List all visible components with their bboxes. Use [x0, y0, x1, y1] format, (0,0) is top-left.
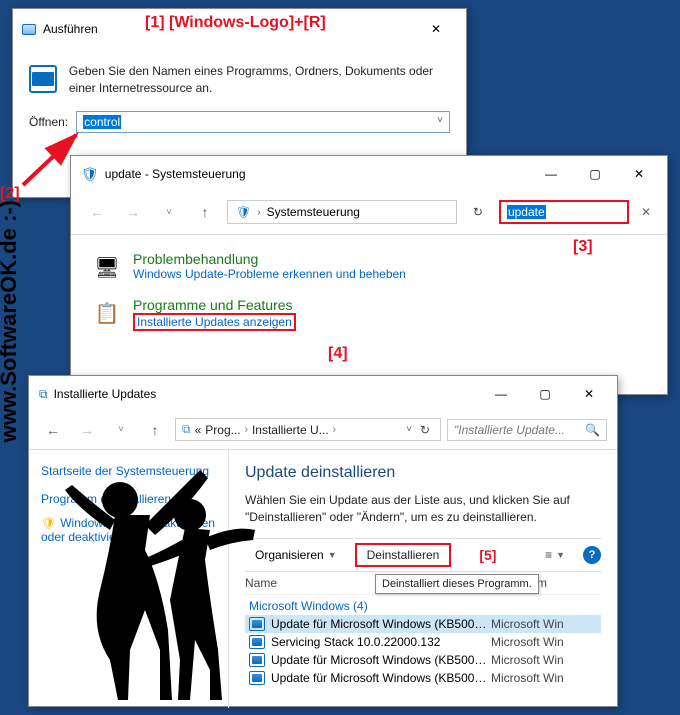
run-close-button[interactable]: ✕	[414, 15, 458, 43]
refresh-button[interactable]: ↻	[465, 205, 491, 219]
shield-icon: 🛡	[41, 516, 56, 530]
nav-up-button[interactable]: ↑	[191, 201, 219, 223]
update-name: Update für Microsoft Windows (KB5004342)	[271, 653, 491, 667]
sidebar-windows-features[interactable]: 🛡Windows-Features aktivieren oder deakti…	[41, 516, 216, 544]
chevron-down-icon[interactable]: ˅	[406, 424, 412, 435]
upd-nav-up[interactable]: ↑	[141, 419, 169, 441]
cp-item-link-troubleshoot[interactable]: Windows Update-Probleme erkennen und beh…	[133, 267, 406, 281]
cp-item-troubleshooting: 🖥 Problembehandlung Windows Update-Probl…	[91, 251, 647, 283]
control-panel-window: 🛡 update - Systemsteuerung — ▢ ✕ ← → ˅ ↑…	[70, 155, 668, 395]
update-icon	[249, 671, 265, 685]
annotation-1: [1] [Windows-Logo]+[R]	[145, 14, 326, 32]
run-description: Geben Sie den Namen eines Programms, Ord…	[69, 63, 450, 97]
cp-min-button[interactable]: —	[529, 160, 573, 188]
upd-nav-recent[interactable]: ˅	[107, 419, 135, 441]
update-icon	[249, 617, 265, 631]
annotation-arrow	[18, 120, 88, 190]
upd-search-input[interactable]: "Installierte Update... 🔍	[447, 419, 607, 441]
update-program: Microsoft Win	[491, 653, 601, 667]
sidebar-cp-home[interactable]: Startseite der Systemsteuerung	[41, 464, 216, 478]
update-program: Microsoft Win	[491, 617, 601, 631]
update-icon	[249, 653, 265, 667]
sidebar-uninstall-program[interactable]: Programm deinstallieren	[41, 492, 216, 506]
addr-shield-icon: 🛡	[236, 205, 251, 219]
upd-desc: Wählen Sie ein Update aus der Liste aus,…	[245, 492, 601, 526]
cp-item-link-installed-updates[interactable]: Installierte Updates anzeigen	[137, 315, 292, 329]
run-dropdown-icon[interactable]: ˅	[437, 115, 443, 126]
chevron-right-icon: ›	[245, 424, 248, 435]
cp-item-title-2[interactable]: Programme und Features	[133, 297, 296, 313]
upd-address-bar[interactable]: ⧉ « Prog... › Installierte U... › ˅ ↻	[175, 418, 441, 441]
cp-address-bar[interactable]: 🛡 › Systemsteuerung	[227, 200, 457, 224]
cp-max-button[interactable]: ▢	[573, 160, 617, 188]
upd-main: Update deinstallieren Wählen Sie ein Upd…	[229, 450, 617, 708]
upd-min-button[interactable]: —	[479, 380, 523, 408]
update-name: Update für Microsoft Windows (KB5005642)	[271, 617, 491, 631]
troubleshoot-icon: 🖥	[91, 251, 123, 283]
table-row[interactable]: Update für Microsoft Windows (KB5004342)…	[245, 651, 601, 669]
uninstall-tooltip: Deinstalliert dieses Programm.	[375, 574, 539, 594]
upd-heading: Update deinstallieren	[245, 464, 601, 482]
watermark-text: www.SoftwareOK.de :-)	[0, 200, 22, 442]
search-icon: 🔍	[585, 423, 600, 437]
run-input[interactable]: control˅	[76, 111, 450, 133]
upd-sidebar: Startseite der Systemsteuerung Programm …	[29, 450, 229, 708]
update-icon	[249, 635, 265, 649]
chevron-right-icon: ›	[257, 207, 260, 218]
cp-item-programs: 📋 Programme und Features Installierte Up…	[91, 297, 647, 331]
upd-title-icon: ⧉	[39, 387, 48, 402]
uninstall-button[interactable]: Deinstallieren	[355, 543, 452, 567]
cp-titlebar: 🛡 update - Systemsteuerung — ▢ ✕	[71, 156, 667, 192]
upd-nav-forward[interactable]: →	[73, 419, 101, 441]
cp-search-input[interactable]: update	[499, 200, 629, 224]
update-program: Microsoft Win	[491, 635, 601, 649]
nav-forward-button[interactable]: →	[119, 201, 147, 223]
upd-nav-back[interactable]: ←	[39, 419, 67, 441]
chevron-right-icon: ›	[333, 424, 336, 435]
nav-back-button[interactable]: ←	[83, 201, 111, 223]
run-icon	[29, 65, 57, 93]
upd-titlebar: ⧉ Installierte Updates — ▢ ✕	[29, 376, 617, 412]
annotation-4: [4]	[328, 345, 348, 363]
cp-search-clear[interactable]: ✕	[637, 205, 655, 219]
upd-addr-icon: ⧉	[182, 422, 191, 437]
cp-close-button[interactable]: ✕	[617, 160, 661, 188]
programs-icon: 📋	[91, 297, 123, 329]
upd-max-button[interactable]: ▢	[523, 380, 567, 408]
cp-item-title[interactable]: Problembehandlung	[133, 251, 406, 267]
update-program: Microsoft Win	[491, 671, 601, 685]
help-button[interactable]: ?	[583, 546, 601, 564]
upd-refresh-button[interactable]: ↻	[416, 423, 434, 437]
update-name: Servicing Stack 10.0.22000.132	[271, 635, 491, 649]
annotation-3: [3]	[573, 238, 593, 256]
update-name: Update für Microsoft Windows (KB5004567)	[271, 671, 491, 685]
upd-group[interactable]: Microsoft Windows (4)	[245, 595, 601, 615]
table-row[interactable]: Update für Microsoft Windows (KB5005642)…	[245, 615, 601, 633]
organize-button[interactable]: Organisieren▼	[245, 545, 347, 565]
view-button[interactable]: ≡ ▼	[535, 545, 575, 565]
nav-recent-button[interactable]: ˅	[155, 201, 183, 223]
installed-updates-window: ⧉ Installierte Updates — ▢ ✕ ← → ˅ ↑ ⧉ «…	[28, 375, 618, 707]
table-row[interactable]: Servicing Stack 10.0.22000.132Microsoft …	[245, 633, 601, 651]
cp-title: update - Systemsteuerung	[105, 167, 246, 181]
table-row[interactable]: Update für Microsoft Windows (KB5004567)…	[245, 669, 601, 687]
annotation-5: [5]	[479, 547, 496, 563]
cp-breadcrumb[interactable]: Systemsteuerung	[267, 205, 360, 219]
chevron-down-icon: ▼	[328, 550, 337, 560]
upd-toolbar: Organisieren▼ Deinstallieren [5] ≡ ▼ ?	[245, 538, 601, 572]
upd-title: Installierte Updates	[54, 387, 157, 401]
run-title-icon	[21, 21, 37, 37]
upd-close-button[interactable]: ✕	[567, 380, 611, 408]
chevron-down-icon: ▼	[556, 550, 565, 560]
